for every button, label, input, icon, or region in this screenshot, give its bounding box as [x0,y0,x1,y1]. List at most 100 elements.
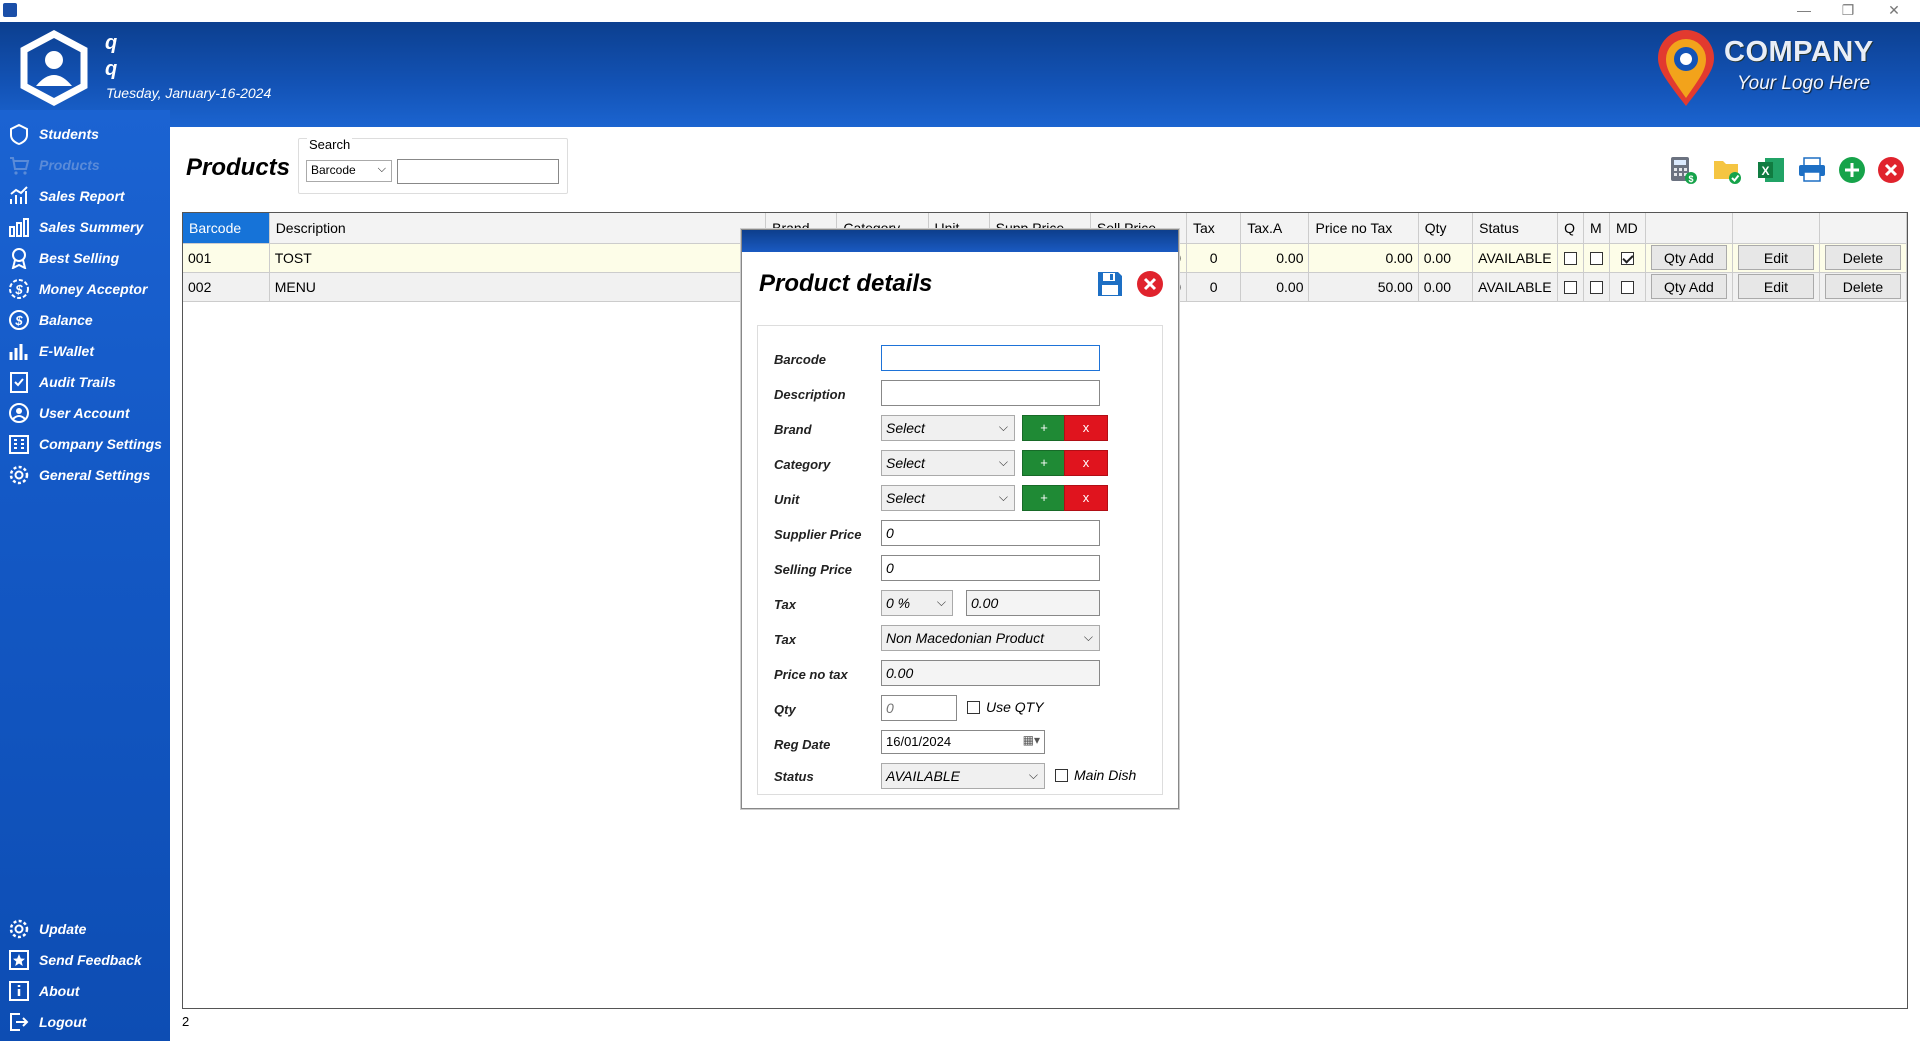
checkbox-box [967,700,980,714]
sidebar-item-products[interactable]: Products [8,151,168,179]
calendar-icon[interactable]: ▦▾ [1023,733,1040,747]
printer-icon[interactable] [1797,155,1827,185]
edit-button[interactable]: Edit [1737,274,1814,299]
barcode-field[interactable] [881,345,1100,371]
use-qty-checkbox[interactable]: Use QTY [967,699,1044,715]
md-checkbox[interactable] [1620,252,1634,266]
supplier-price-field[interactable] [881,520,1100,546]
sidebar-item-balance[interactable]: $ Balance [8,306,168,334]
remove-brand-button[interactable]: x [1064,415,1108,441]
cell-qty-add: Qty Add [1645,272,1733,302]
search-input[interactable] [397,159,559,184]
column-header-m[interactable]: M [1583,213,1610,244]
status-select[interactable]: AVAILABLE ⌵ [881,763,1045,789]
reg-date-picker[interactable]: 16/01/2024 ▦▾ [881,730,1045,754]
sidebar-item-audit-trails[interactable]: Audit Trails [8,368,168,396]
q-checkbox[interactable] [1564,281,1578,295]
sidebar-item-students[interactable]: Students [8,120,168,148]
category-select[interactable]: Select ⌵ [881,450,1015,476]
search-field-select[interactable]: Barcode ⌵ [306,160,392,182]
add-brand-button[interactable]: + [1022,415,1066,441]
chevron-down-icon: ⌵ [1028,768,1038,782]
close-icon[interactable] [1876,155,1906,185]
sidebar-item-send-feedback[interactable]: Send Feedback [8,946,168,974]
qty-field[interactable] [881,695,957,721]
sidebar-item-company-settings[interactable]: Company Settings [8,430,168,458]
qty-add-button[interactable]: Qty Add [1650,274,1727,299]
chevron-down-icon: ⌵ [998,490,1008,504]
location-pin-icon [1658,30,1714,106]
tax-amount-field [966,590,1100,616]
sidebar-item-user-account[interactable]: User Account [8,399,168,427]
column-header-tax[interactable]: Tax [1186,213,1242,244]
window-titlebar: — ❐ ✕ [0,0,1920,22]
description-field[interactable] [881,380,1100,406]
add-category-button[interactable]: + [1022,450,1066,476]
column-header-description[interactable]: Description [269,213,767,244]
dollar-circle-icon: $ [9,310,29,330]
dialog-titlebar [742,230,1178,252]
add-unit-button[interactable]: + [1022,485,1066,511]
remove-unit-button[interactable]: x [1064,485,1108,511]
remove-category-button[interactable]: x [1064,450,1108,476]
unit-select-value: Select [886,490,925,506]
md-checkbox[interactable] [1620,281,1634,295]
category-select-value: Select [886,455,925,471]
restore-button[interactable]: ❐ [1826,0,1870,22]
user-avatar-icon [20,30,88,106]
column-header-qty[interactable]: Qty [1418,213,1474,244]
m-checkbox[interactable] [1590,252,1603,266]
building-icon [9,435,29,454]
column-header-md[interactable]: MD [1609,213,1646,244]
cell-status: AVAILABLE [1472,243,1559,273]
m-checkbox[interactable] [1590,281,1603,295]
info-icon [9,981,29,1001]
status-label: Status [774,769,814,784]
sidebar-item-sales-report[interactable]: Sales Report [8,182,168,210]
selling-price-field[interactable] [881,555,1100,581]
column-header-barcode[interactable]: Barcode [183,213,270,244]
q-checkbox[interactable] [1564,252,1578,266]
column-header-price-no-tax[interactable]: Price no Tax [1308,213,1419,244]
window-close-button[interactable]: ✕ [1872,0,1916,22]
excel-icon[interactable]: X [1756,155,1786,185]
main-dish-checkbox[interactable]: Main Dish [1055,767,1136,783]
delete-button[interactable]: Delete [1824,245,1901,270]
unit-select[interactable]: Select ⌵ [881,485,1015,511]
cell-edit: Edit [1732,243,1820,273]
user-name: q [105,32,118,54]
category-label: Category [774,457,831,472]
qty-add-button[interactable]: Qty Add [1650,245,1727,270]
sidebar-item-logout[interactable]: Logout [8,1008,168,1036]
sidebar-item-e-wallet[interactable]: E-Wallet [8,337,168,365]
folder-check-icon[interactable] [1712,155,1742,185]
sidebar-item-money-acceptor[interactable]: $ Money Acceptor [8,275,168,303]
add-icon[interactable] [1837,155,1867,185]
brand-select[interactable]: Select ⌵ [881,415,1015,441]
user-role: q [105,58,118,80]
row-count: 2 [182,1014,190,1029]
edit-button[interactable]: Edit [1737,245,1814,270]
column-header-q[interactable]: Q [1557,213,1585,244]
sidebar-item-update[interactable]: Update [8,915,168,943]
svg-text:$: $ [14,282,23,297]
chart-icon [10,186,28,204]
cell-tax: 0 [1186,272,1242,302]
tax-rate-select[interactable]: 0 % ⌵ [881,590,953,616]
sidebar-item-best-selling[interactable]: Best Selling [8,244,168,272]
cell-tax-a: 0.00 [1240,272,1310,302]
sidebar-item-sales-summery[interactable]: Sales Summery [8,213,168,241]
column-header-status[interactable]: Status [1472,213,1559,244]
current-date: Tuesday, January-16-2024 [106,85,272,101]
minimize-button[interactable]: — [1782,0,1826,22]
delete-button[interactable]: Delete [1824,274,1901,299]
sidebar-item-about[interactable]: About [8,977,168,1005]
tax-type-select[interactable]: Non Macedonian Product ⌵ [881,625,1100,651]
save-icon[interactable] [1096,270,1124,298]
column-header-tax-a[interactable]: Tax.A [1240,213,1310,244]
sidebar-item-general-settings[interactable]: General Settings [8,461,168,489]
close-icon[interactable] [1136,270,1164,298]
calculator-icon[interactable]: $ [1668,155,1698,185]
tax-rate-label: Tax [774,597,796,612]
chevron-down-icon: ⌵ [998,455,1008,469]
